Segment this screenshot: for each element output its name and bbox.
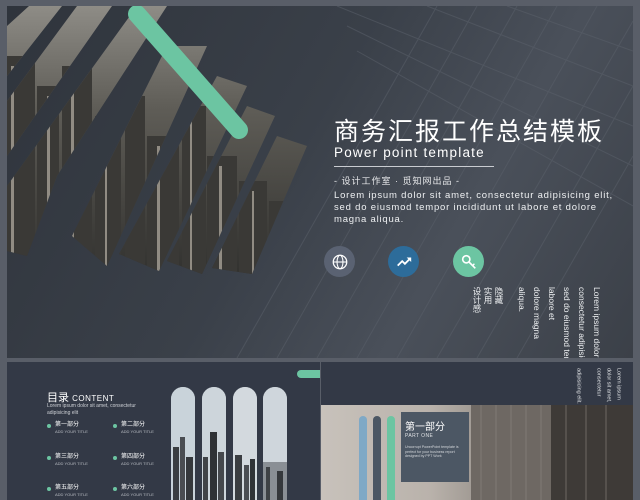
cover-slide[interactable]: 商务汇报工作总结模板 Power point template - 设计工作室 …: [7, 6, 633, 358]
list-item[interactable]: 第五部分 ADD YOUR TITLE: [47, 485, 88, 497]
item-sub: ADD YOUR TITLE: [55, 429, 88, 434]
vertical-text: 设计感: [472, 287, 482, 313]
bullet-icon: [113, 456, 117, 460]
slide-title: 商务汇报工作总结模板: [334, 117, 605, 146]
bullet-icon: [47, 424, 51, 428]
contents-desc: Lorem ipsum dolor sit amet, consectetur …: [47, 403, 136, 416]
accent-slab: [373, 416, 381, 500]
part-title: 第一部分: [405, 422, 445, 433]
city-photo-pill: [233, 387, 257, 500]
accent-slab: [387, 416, 395, 500]
bullet-icon: [113, 487, 117, 491]
vertical-text: sed do eiusmod tempor incididunt ut: [562, 287, 572, 358]
item-sub: ADD YOUR TITLE: [121, 429, 154, 434]
bullet-icon: [47, 487, 51, 491]
item-sub: ADD YOUR TITLE: [55, 492, 88, 497]
list-item[interactable]: 第六部分 ADD YOUR TITLE: [113, 485, 154, 497]
list-item[interactable]: 第一部分 ADD YOUR TITLE: [47, 422, 88, 434]
item-label: 第四部分: [121, 454, 146, 460]
vertical-text: aliqua.: [517, 287, 527, 313]
vertical-text: 实用: [483, 287, 493, 304]
trend-up-icon[interactable]: [388, 246, 419, 277]
list-item[interactable]: 第二部分 ADD YOUR TITLE: [113, 422, 154, 434]
list-item[interactable]: 第四部分 ADD YOUR TITLE: [113, 454, 154, 466]
part-subtitle: PART ONE: [405, 433, 434, 439]
item-label: 第一部分: [55, 422, 80, 428]
title-divider: [334, 166, 494, 167]
building-photo: [471, 405, 633, 500]
vertical-text: adipisicing elit.: [575, 368, 582, 404]
key-icon[interactable]: [453, 246, 484, 277]
building-photo-banner: [321, 405, 633, 500]
slide-thumbnail-part-one[interactable]: Lorem ipsum dolor sit amet, consectetur …: [320, 362, 633, 500]
item-label: 第六部分: [121, 485, 146, 491]
list-item[interactable]: 第三部分 ADD YOUR TITLE: [47, 454, 88, 466]
item-label: 第五部分: [55, 485, 80, 491]
city-photo-pill: [171, 387, 195, 500]
item-sub: ADD YOUR TITLE: [121, 492, 154, 497]
city-photo-pill: [202, 387, 226, 500]
intro-paragraph: Lorem ipsum dolor sit amet, consectetur …: [334, 190, 613, 225]
item-sub: ADD YOUR TITLE: [55, 461, 88, 466]
globe-icon[interactable]: [324, 246, 355, 277]
item-sub: ADD YOUR TITLE: [121, 461, 154, 466]
bullet-icon: [113, 424, 117, 428]
city-photo-pill: [263, 387, 287, 500]
vertical-text: Lorem ipsum: [615, 368, 622, 400]
accent-tab: [297, 370, 320, 378]
slide-gallery: 商务汇报工作总结模板 Power point template - 设计工作室 …: [0, 0, 640, 500]
accent-slab: [359, 416, 367, 500]
part-text: Uncorrupt PowerPoint template is perfect…: [405, 445, 459, 459]
vertical-text: Lorem ipsum dolor sit amet,: [592, 287, 602, 358]
vertical-text: 隐藏: [494, 287, 504, 304]
vertical-text: consectetur: [595, 368, 602, 397]
bullet-icon: [47, 456, 51, 460]
contents-title-en: CONTENT: [72, 394, 115, 403]
studio-credit: - 设计工作室 · 觅知网出品 -: [334, 176, 460, 186]
part-one-box: 第一部分 PART ONE Uncorrupt PowerPoint templ…: [401, 412, 469, 482]
vertical-text: consectetur adipisicing elit,: [577, 287, 587, 358]
vertical-text: dolore magna: [532, 287, 542, 339]
vertical-text: dolor sit amet,: [605, 368, 612, 403]
slide-subtitle: Power point template: [334, 145, 485, 160]
item-label: 第二部分: [121, 422, 146, 428]
vertical-text: labore et: [547, 287, 557, 321]
item-label: 第三部分: [55, 454, 80, 460]
